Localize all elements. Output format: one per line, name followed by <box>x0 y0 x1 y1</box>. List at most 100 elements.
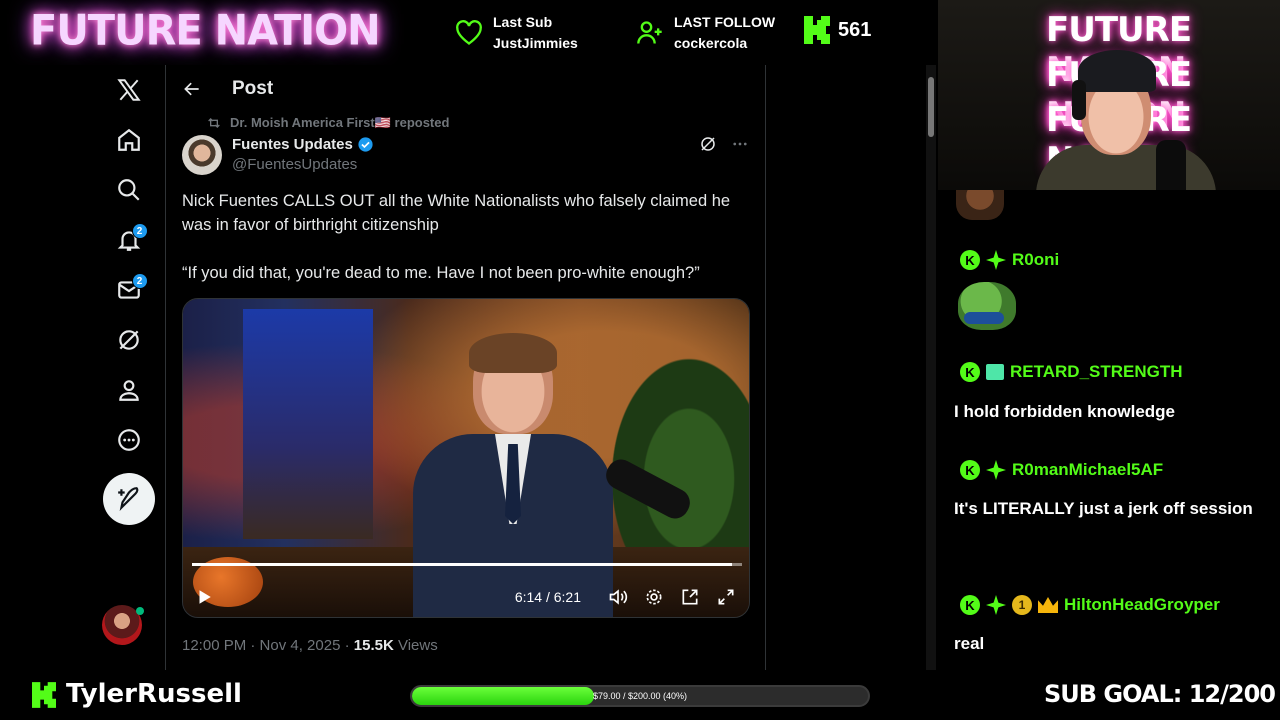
nav-profile[interactable] <box>104 365 154 415</box>
fullscreen-button[interactable] <box>715 586 737 608</box>
author-avatar[interactable] <box>182 135 222 175</box>
chat-username[interactable]: R0oni <box>1012 250 1059 270</box>
volume-button[interactable] <box>607 586 629 608</box>
scrollbar-thumb[interactable] <box>928 77 934 137</box>
chat-message-text: I hold forbidden knowledge <box>954 402 1175 421</box>
chat-username[interactable]: HiltonHeadGroyper <box>1064 595 1220 615</box>
settings-button[interactable] <box>643 586 665 608</box>
add-user-icon <box>637 21 662 44</box>
last-sub-label: Last Sub <box>493 14 553 30</box>
brand-logo-text: FUTURE NATION <box>30 6 381 56</box>
video-player[interactable]: 6:14 / 6:21 <box>182 298 750 618</box>
video-time: 6:14 / 6:21 <box>514 589 581 605</box>
kick-badge-icon: K <box>960 362 980 382</box>
repost-text: Dr. Moish America First🇺🇸 reposted <box>230 115 450 130</box>
kick-badge-icon: K <box>960 460 980 480</box>
nav-grok[interactable] <box>104 315 154 365</box>
compose-post-button[interactable] <box>102 473 155 525</box>
profile-icon <box>118 380 139 401</box>
post-meta: 12:00 PM · Nov 4, 2025 · 15.5K Views <box>182 637 438 654</box>
top-overlay-bar: FUTURE NATION Last Sub JustJimmies LAST … <box>0 0 940 65</box>
more-circle-icon <box>117 429 140 451</box>
donation-goal-bar: $79.00 / $200.00 (40%) <box>410 685 870 707</box>
repost-indicator[interactable]: Dr. Moish America First🇺🇸 reposted <box>206 115 449 131</box>
x-logo-button[interactable] <box>104 65 154 115</box>
sub-months-badge-icon: 1 <box>1012 595 1032 615</box>
gear-icon <box>646 589 662 605</box>
chat-username-row[interactable]: K 1 HiltonHeadGroyper <box>960 595 1220 615</box>
views-count: 15.5K <box>353 637 394 654</box>
emote-image <box>956 190 1004 220</box>
author-handle[interactable]: @FuentesUpdates <box>232 154 374 175</box>
kick-logo-icon <box>32 682 56 708</box>
kick-logo-icon <box>804 16 830 44</box>
chat-username-row[interactable]: K R0manMichael5AF <box>960 460 1163 480</box>
search-icon <box>117 179 140 201</box>
back-arrow-icon[interactable] <box>182 79 202 99</box>
chat-panel: K R0oni K RETARD_STRENGTH I hold forbidd… <box>938 190 1280 670</box>
play-icon[interactable] <box>195 588 213 606</box>
feather-plus-icon <box>117 487 138 511</box>
streamer-name: TylerRussell <box>66 679 242 709</box>
last-sub-name: JustJimmies <box>493 35 578 51</box>
author-display-name[interactable]: Fuentes Updates <box>232 135 374 154</box>
repost-icon <box>208 118 220 128</box>
webcam-feed: FUTURE NATION FUTURE NATION FUTURE NATIO… <box>938 0 1280 190</box>
x-logo-icon <box>116 79 141 101</box>
post-author[interactable]: Fuentes Updates @FuentesUpdates <box>182 135 374 175</box>
nav-home[interactable] <box>104 115 154 165</box>
post-timestamp[interactable]: 12:00 PM · Nov 4, 2025 · <box>182 637 354 654</box>
online-indicator <box>136 607 144 615</box>
crown-badge-icon <box>1038 597 1058 613</box>
post-paragraph: Nick Fuentes CALLS OUT all the White Nat… <box>182 192 731 234</box>
chat-username-row[interactable]: K RETARD_STRENGTH <box>960 362 1183 382</box>
nav-explore[interactable] <box>104 165 154 215</box>
video-speaker <box>413 333 613 617</box>
verified-badge-icon <box>358 137 373 152</box>
sub-goal-text: SUB GOAL: 12/200 <box>1044 680 1276 708</box>
last-follow-name: cockercola <box>674 35 748 51</box>
pepe-emote <box>958 282 1016 330</box>
gift-badge-icon <box>986 364 1004 380</box>
chat-username[interactable]: RETARD_STRENGTH <box>1010 362 1183 382</box>
nav-notifications[interactable]: 2 <box>104 215 154 265</box>
streamer-video <box>1036 40 1216 190</box>
video-progress-bar[interactable] <box>192 563 742 566</box>
views-label: Views <box>393 637 438 654</box>
chat-message-text: real <box>954 634 985 653</box>
post-detail-column: Post Dr. Moish America First🇺🇸 reposted … <box>165 65 766 670</box>
chat-username-row[interactable]: K R0oni <box>960 250 1059 270</box>
x-sidebar-nav: 2 2 <box>92 65 165 670</box>
nav-more[interactable] <box>104 415 154 465</box>
chat-message-text: It's LITERALLY just a jerk off session <box>954 499 1253 518</box>
sparkle-badge-icon <box>986 460 1006 480</box>
bottom-overlay-bar: TylerRussell $79.00 / $200.00 (40%) SUB … <box>0 670 1280 720</box>
video-controls: 6:14 / 6:21 <box>183 579 749 615</box>
post-paragraph: “If you did that, you're dead to me. Hav… <box>182 264 700 282</box>
fullscreen-icon <box>718 589 734 605</box>
last-follow-label: LAST FOLLOW <box>674 14 776 30</box>
grok-icon <box>118 330 139 350</box>
last-follow-widget: LAST FOLLOW cockercola <box>636 12 775 54</box>
x-app-window: 2 2 Post Dr. Moish America First🇺🇸 repos… <box>0 65 940 670</box>
heart-icon <box>456 20 482 45</box>
page-scrollbar[interactable] <box>926 65 936 670</box>
author-name-text: Fuentes Updates <box>232 136 353 153</box>
messages-badge: 2 <box>131 273 148 289</box>
viewer-count-widget: 561 <box>804 16 871 44</box>
picture-in-picture-icon <box>682 589 698 605</box>
grok-icon[interactable] <box>699 135 717 153</box>
kick-badge-icon: K <box>960 250 980 270</box>
nav-messages[interactable]: 2 <box>104 265 154 315</box>
stream-overlay: { "overlay": { "brand": "FUTURE NATION",… <box>0 0 1280 720</box>
sparkle-badge-icon <box>986 250 1006 270</box>
last-sub-widget: Last Sub JustJimmies <box>455 12 578 54</box>
home-icon <box>117 128 140 151</box>
more-options-icon[interactable] <box>731 135 749 153</box>
notifications-badge: 2 <box>131 223 148 239</box>
pip-button[interactable] <box>679 586 701 608</box>
chat-username[interactable]: R0manMichael5AF <box>1012 460 1163 480</box>
post-body: Nick Fuentes CALLS OUT all the White Nat… <box>182 189 752 309</box>
video-progress-fill <box>192 563 732 566</box>
account-avatar[interactable] <box>102 605 144 645</box>
